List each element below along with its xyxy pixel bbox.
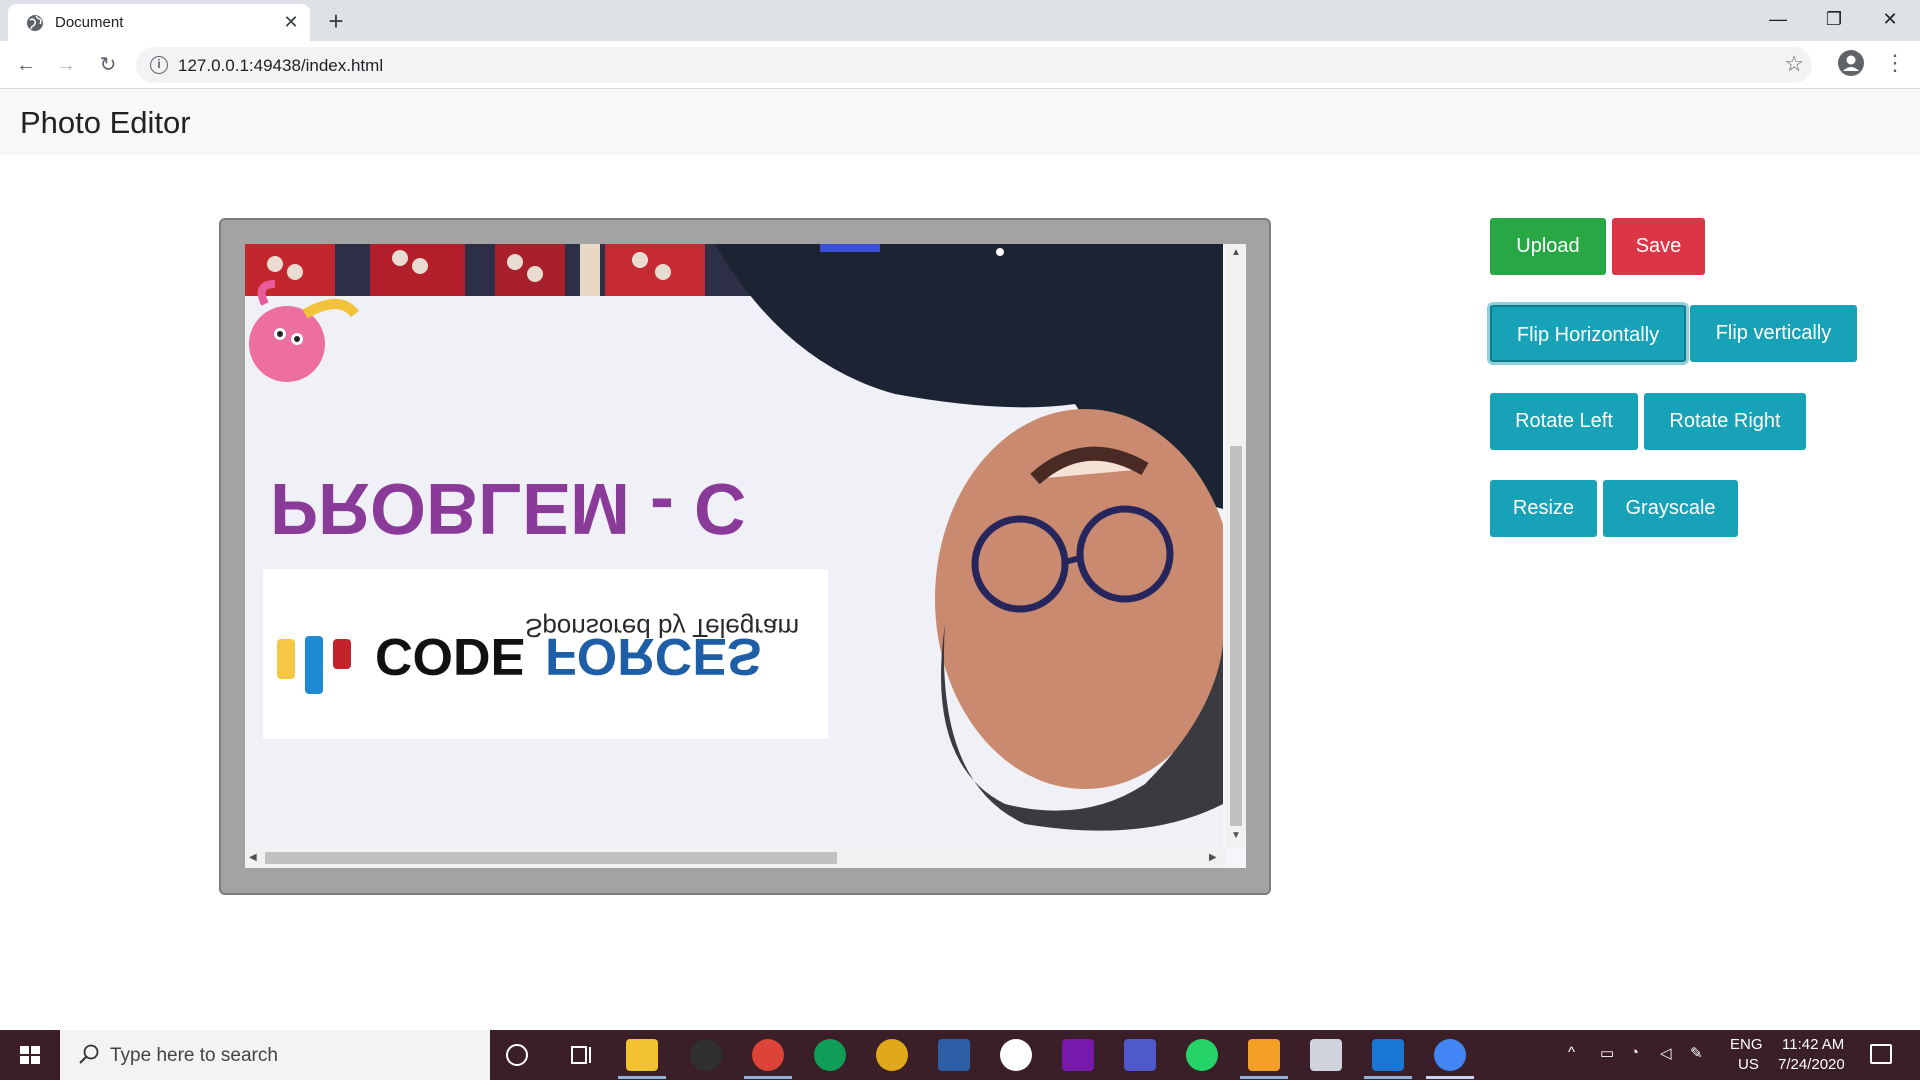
battery-icon[interactable]: ▭ [1600, 1044, 1614, 1062]
windows-logo-icon [20, 1046, 40, 1064]
person-icon [1843, 55, 1859, 71]
device-app-icon[interactable] [1310, 1039, 1342, 1071]
taskbar-search[interactable]: Type here to search [60, 1030, 490, 1080]
reload-icon[interactable]: ↻ [92, 49, 124, 81]
horizontal-scrollbar[interactable]: ◀ ▶ [245, 848, 1226, 868]
bracket-running-indicator [1364, 1076, 1412, 1079]
pen-icon[interactable]: ✎ [1690, 1044, 1703, 1062]
notifications-icon[interactable] [1870, 1044, 1892, 1064]
explorer-running-indicator [618, 1076, 666, 1079]
sublime-text-icon[interactable] [1248, 1039, 1280, 1071]
chrome-running-indicator [744, 1076, 792, 1079]
chrome-red-icon[interactable] [752, 1039, 784, 1071]
globe-icon [27, 15, 43, 31]
tray-chevron-icon[interactable]: ^ [1568, 1044, 1575, 1061]
tab-close-icon[interactable]: ✕ [280, 11, 302, 33]
file-explorer-icon[interactable] [626, 1039, 658, 1071]
edited-photo: PROBLEM - C Sponsored by Telegram CODE F… [245, 244, 1223, 848]
upload-button[interactable]: Upload [1490, 218, 1606, 275]
language-top[interactable]: ENG [1730, 1036, 1763, 1053]
cortana-icon[interactable] [506, 1044, 528, 1066]
site-info-icon[interactable]: i [150, 56, 168, 74]
url-text[interactable]: 127.0.0.1:49438/index.html [178, 56, 383, 76]
volume-icon[interactable]: ◁ [1660, 1044, 1672, 1062]
bracket-app-icon[interactable] [1372, 1039, 1404, 1071]
brand-right-text: FORCES [545, 627, 762, 685]
obs-icon[interactable] [690, 1039, 722, 1071]
address-bar[interactable]: i 127.0.0.1:49438/index.html ☆ [136, 47, 1812, 83]
close-window-button[interactable]: ✕ [1862, 0, 1918, 38]
start-button[interactable] [0, 1030, 60, 1080]
language-bottom[interactable]: US [1738, 1056, 1759, 1073]
browser-tab-strip: Document ✕ + — ❐ ✕ [0, 0, 1920, 41]
search-placeholder: Type here to search [110, 1045, 278, 1066]
sublime-running-indicator [1240, 1076, 1288, 1079]
clock-time[interactable]: 11:42 AM [1782, 1036, 1844, 1053]
bookmark-star-icon[interactable]: ☆ [1784, 51, 1804, 77]
forward-icon[interactable]: → [50, 49, 82, 81]
clock-date[interactable]: 7/24/2020 [1778, 1056, 1845, 1073]
save-button[interactable]: Save [1612, 218, 1705, 275]
vertical-scrollbar[interactable]: ▲ ▼ [1226, 244, 1246, 848]
task-view-icon[interactable] [566, 1039, 598, 1071]
browser-tab[interactable]: Document ✕ [8, 4, 310, 41]
image-canvas[interactable]: PROBLEM - C Sponsored by Telegram CODE F… [245, 244, 1246, 868]
browser-menu-icon[interactable]: ⋮ [1884, 49, 1906, 79]
wifi-icon[interactable]: ◔ [1630, 1044, 1639, 1061]
chrome-active-indicator [1426, 1076, 1474, 1079]
vertical-scroll-thumb[interactable] [1230, 446, 1242, 826]
photos-app-icon[interactable] [1000, 1039, 1032, 1071]
minimize-button[interactable]: — [1750, 0, 1806, 38]
resize-button[interactable]: Resize [1490, 480, 1597, 537]
teams-icon[interactable] [1124, 1039, 1156, 1071]
chrome-yellow-icon[interactable] [876, 1039, 908, 1071]
tab-title: Document [55, 14, 124, 31]
flip-horizontally-button[interactable]: Flip Horizontally [1490, 305, 1686, 362]
grayscale-button[interactable]: Grayscale [1603, 480, 1738, 537]
page-title: Photo Editor [20, 105, 191, 140]
scroll-up-icon[interactable]: ▲ [1231, 247, 1241, 258]
windows-taskbar: Type here to search ^ ▭ ◔ ◁ ✎ ENG US 11:… [0, 1030, 1920, 1080]
powershell-icon[interactable] [938, 1039, 970, 1071]
back-icon[interactable]: ← [10, 49, 42, 81]
brand-left-text: CODE [375, 627, 525, 685]
search-icon [79, 1044, 99, 1064]
whatsapp-icon[interactable] [1186, 1039, 1218, 1071]
rotate-left-button[interactable]: Rotate Left [1490, 393, 1638, 450]
browser-toolbar: ← → ↻ i 127.0.0.1:49438/index.html ☆ ⋮ [0, 41, 1920, 89]
problem-heading-text: PROBLEM - C [270, 468, 746, 548]
profile-avatar-icon[interactable] [1838, 50, 1864, 76]
scroll-right-icon[interactable]: ▶ [1209, 852, 1217, 863]
chrome-active-icon[interactable] [1434, 1039, 1466, 1071]
photo-artwork: PROBLEM - C Sponsored by Telegram CODE F… [245, 244, 1223, 848]
scroll-down-icon[interactable]: ▼ [1231, 830, 1241, 841]
chrome-green-icon[interactable] [814, 1039, 846, 1071]
new-tab-button[interactable]: + [322, 7, 350, 35]
restore-button[interactable]: ❐ [1806, 0, 1862, 38]
app-header: Photo Editor [0, 89, 1920, 155]
flip-vertically-button[interactable]: Flip vertically [1690, 305, 1857, 362]
onenote-icon[interactable] [1062, 1039, 1094, 1071]
scroll-left-icon[interactable]: ◀ [249, 852, 257, 863]
rotate-right-button[interactable]: Rotate Right [1644, 393, 1806, 450]
horizontal-scroll-thumb[interactable] [265, 852, 837, 864]
editor-frame: PROBLEM - C Sponsored by Telegram CODE F… [219, 218, 1271, 895]
